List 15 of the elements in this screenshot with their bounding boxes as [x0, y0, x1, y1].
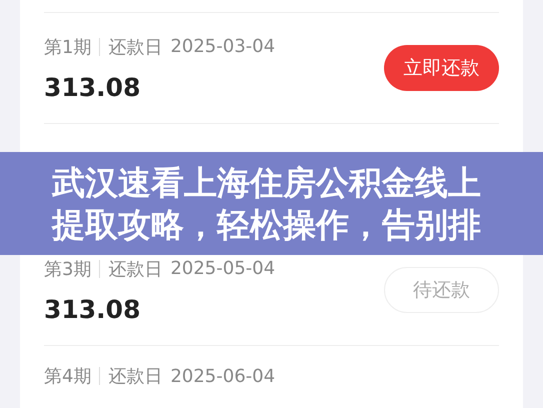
due-date: 2025-03-04: [170, 36, 276, 57]
period-label: 第1期: [44, 36, 92, 58]
due-date: 2025-06-04: [170, 366, 276, 386]
amount-text: 313.08: [44, 72, 142, 102]
due-label: 还款日: [108, 258, 162, 280]
banner-title-line: 提取攻略，轻松操作，告别排: [52, 204, 482, 246]
banner-title-line: 武汉速看上海住房公积金线上: [52, 162, 482, 204]
due-label: 还款日: [108, 36, 162, 58]
pending-button[interactable]: 待还款: [384, 267, 499, 313]
pay-now-button[interactable]: 立即还款: [384, 45, 499, 91]
due-date: 2025-05-04: [170, 258, 276, 279]
amount-text: 313.08: [44, 294, 142, 324]
period-label: 第4期: [44, 365, 92, 388]
due-label: 还款日: [108, 365, 162, 388]
period-label: 第3期: [44, 258, 92, 280]
